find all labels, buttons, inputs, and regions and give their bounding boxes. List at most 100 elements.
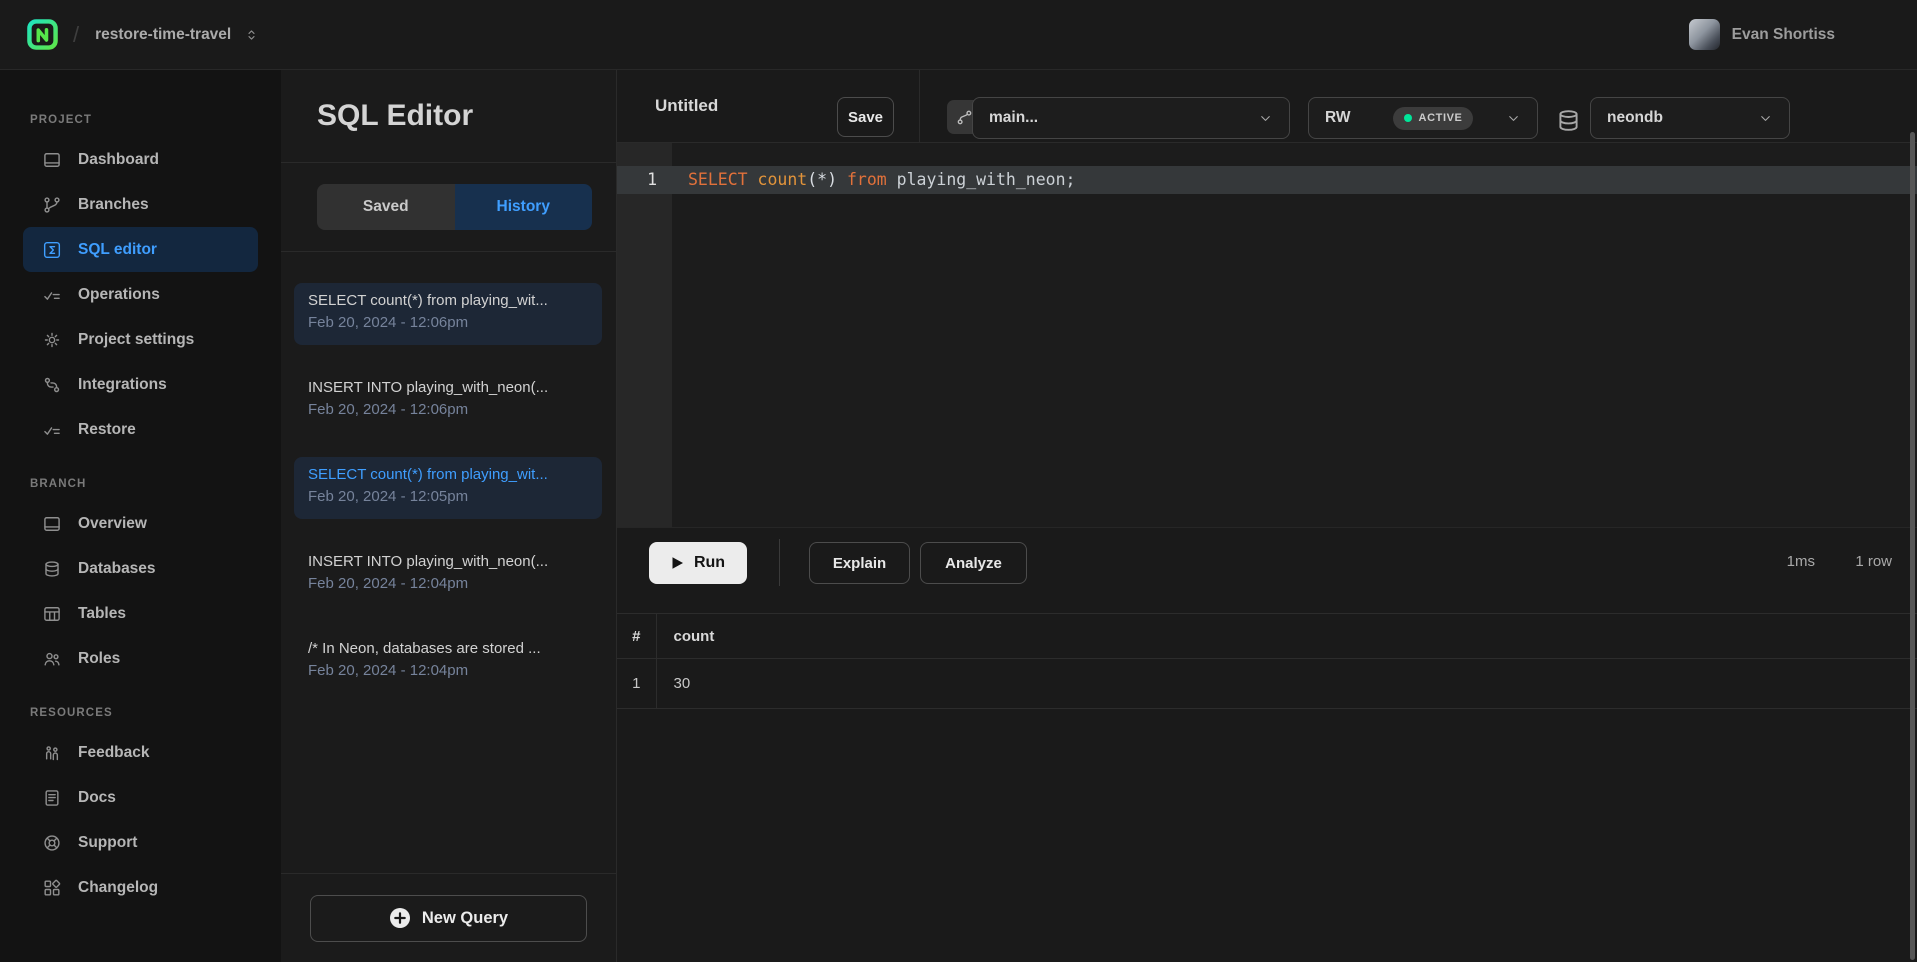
history-item-5[interactable]: /* In Neon, databases are stored ... Feb… [294,631,602,693]
results-cell-index: 1 [617,659,656,709]
gear-icon [42,330,62,350]
sidebar-item-feedback[interactable]: Feedback [23,730,258,775]
sidebar-item-label: Roles [78,650,120,668]
sidebar-item-sql-editor[interactable]: SQL editor [23,227,258,272]
sidebar-item-label: SQL editor [78,241,157,259]
sidebar-item-roles[interactable]: Roles [23,636,258,681]
history-query: /* In Neon, databases are stored ... [308,640,588,657]
sql-paren: (*) [807,170,847,189]
chevron-down-icon [1506,111,1521,126]
breadcrumb-separator: / [73,22,79,48]
panel-footer: New Query [281,873,616,962]
database-select-value: neondb [1607,109,1663,127]
editor-scrollbar[interactable] [1910,132,1915,960]
sidebar-item-databases[interactable]: Databases [23,546,258,591]
compute-select[interactable]: RW ACTIVE [1308,97,1538,139]
history-date: Feb 20, 2024 - 12:06pm [308,401,588,418]
sidebar-item-support[interactable]: Support [23,820,258,865]
sidebar-section-branch: BRANCH [0,478,281,490]
sql-keyword: from [847,170,887,189]
sidebar-item-label: Restore [78,421,136,439]
database-icon [42,559,62,579]
dashboard-icon [42,150,62,170]
sql-table-name: playing_with_neon; [887,170,1076,189]
main-area: Untitled Save main... RW ACTIVE neondb [617,70,1917,962]
editor-gutter [617,143,672,527]
sql-editor-panel: SQL Editor Saved History SELECT count(*)… [281,70,617,962]
action-row: Run Explain Analyze 1ms 1 row [617,528,1917,598]
docs-icon [42,788,62,808]
sidebar-item-integrations[interactable]: Integrations [23,362,258,407]
sidebar-item-overview[interactable]: Overview [23,501,258,546]
active-status-dot [1404,114,1412,122]
run-button[interactable]: Run [649,542,747,584]
breadcrumb-project-name[interactable]: restore-time-travel [95,26,231,44]
sidebar-item-tables[interactable]: Tables [23,591,258,636]
history-list: SELECT count(*) from playing_wit... Feb … [281,252,616,693]
toolbar-divider [919,70,920,143]
sidebar-item-project-settings[interactable]: Project settings [23,317,258,362]
overview-icon [42,514,62,534]
sidebar-section-resources: RESOURCES [0,707,281,719]
code-editor[interactable]: 1 SELECT count(*) from playing_with_neon… [617,143,1917,528]
save-button[interactable]: Save [837,97,894,137]
branch-select[interactable]: main... [972,97,1290,139]
sidebar-item-label: Dashboard [78,151,159,169]
query-tab-title: Untitled [655,96,718,116]
new-query-label: New Query [422,909,508,928]
sql-editor-icon [42,240,62,260]
sidebar-item-label: Feedback [78,744,150,762]
sidebar-item-label: Branches [78,196,149,214]
query-duration: 1ms [1787,553,1815,570]
explain-button[interactable]: Explain [809,542,910,584]
sidebar: PROJECT Dashboard Branches SQL editor Op… [0,70,281,962]
compute-status-label: ACTIVE [1419,112,1463,124]
sidebar-item-label: Docs [78,789,116,807]
compute-select-value: RW [1325,109,1351,127]
user-avatar[interactable] [1689,19,1720,50]
run-label: Run [694,554,725,572]
sidebar-item-operations[interactable]: Operations [23,272,258,317]
action-divider [779,539,780,586]
sidebar-item-branches[interactable]: Branches [23,182,258,227]
sidebar-item-changelog[interactable]: Changelog [23,865,258,910]
tabs-row: Saved History [281,163,616,252]
sidebar-item-label: Tables [78,605,126,623]
chevron-down-icon [1258,111,1273,126]
sidebar-item-label: Changelog [78,879,158,897]
history-item-3-selected[interactable]: SELECT count(*) from playing_wit... Feb … [294,457,602,519]
history-date: Feb 20, 2024 - 12:04pm [308,575,588,592]
topbar-user-area: Evan Shortiss [1689,19,1917,50]
branches-icon [42,195,62,215]
results-cell-count: 30 [656,659,1917,709]
project-switcher-icon[interactable] [244,26,259,44]
neon-logo-icon[interactable] [27,19,58,50]
results-row[interactable]: 1 30 [617,659,1917,709]
compute-status-badge: ACTIVE [1393,107,1474,130]
history-item-4[interactable]: INSERT INTO playing_with_neon(... Feb 20… [294,544,602,606]
play-icon [671,556,684,570]
database-select[interactable]: neondb [1590,97,1790,139]
new-query-button[interactable]: New Query [310,895,587,942]
sidebar-item-label: Integrations [78,376,167,394]
sidebar-item-docs[interactable]: Docs [23,775,258,820]
sidebar-item-label: Overview [78,515,147,533]
tab-saved[interactable]: Saved [317,184,455,230]
panel-header: SQL Editor [281,70,616,163]
history-item-2[interactable]: INSERT INTO playing_with_neon(... Feb 20… [294,370,602,432]
feedback-icon [42,743,62,763]
changelog-icon [42,878,62,898]
sidebar-item-dashboard[interactable]: Dashboard [23,137,258,182]
topbar: / restore-time-travel Evan Shortiss [0,0,1917,70]
sql-statement: SELECT count(*) from playing_with_neon; [672,166,1075,194]
roles-icon [42,649,62,669]
history-item-1[interactable]: SELECT count(*) from playing_wit... Feb … [294,283,602,345]
sidebar-item-label: Project settings [78,331,194,349]
branch-select-value: main... [989,109,1038,127]
sidebar-item-restore[interactable]: Restore [23,407,258,452]
tab-history[interactable]: History [455,184,593,230]
user-name[interactable]: Evan Shortiss [1732,26,1835,44]
analyze-button[interactable]: Analyze [920,542,1027,584]
database-icon [1555,107,1582,134]
sidebar-item-label: Operations [78,286,160,304]
